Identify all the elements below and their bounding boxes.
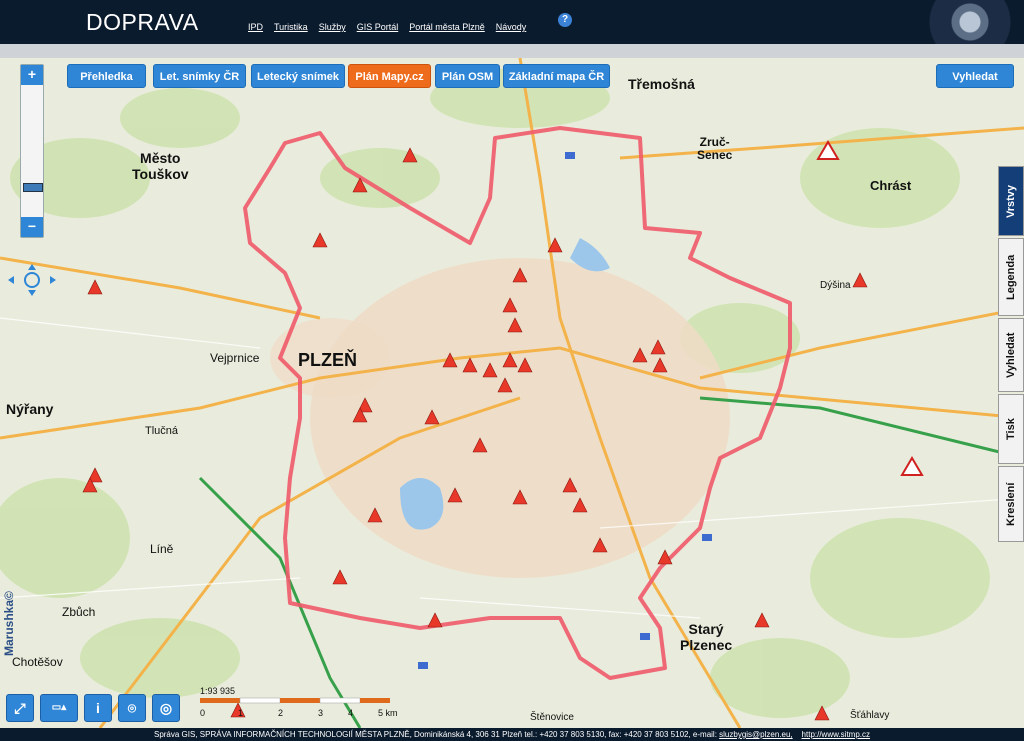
place-label-mesto-touskov: Město Touškov [132, 150, 189, 182]
scale-tick: 0 [200, 708, 206, 718]
tab-kresleni[interactable]: Kreslení [998, 466, 1024, 542]
footer: Správa GIS, SPRÁVA INFORMAČNÍCH TECHNOLO… [0, 728, 1024, 741]
header-bar: DOPRAVA IPD Turistika Služby GIS Portál … [0, 0, 1024, 44]
place-label-line: Líně [150, 542, 174, 556]
pan-arrows-icon[interactable] [4, 262, 60, 298]
scale-bar-graphic [200, 697, 390, 704]
scale-tick: 4 [348, 708, 354, 718]
location-pin-icon[interactable]: ⌾ [118, 694, 146, 722]
footer-url-link[interactable]: http://www.sitmp.cz [802, 730, 870, 739]
header-subbar [0, 44, 1024, 58]
vyhledat-button[interactable]: Vyhledat [936, 64, 1014, 88]
scale-tick: 3 [318, 708, 324, 718]
zakladni-mapa-button[interactable]: Základní mapa ČR [503, 64, 610, 88]
scale-tick: 2 [278, 708, 284, 718]
nav-link-turistika[interactable]: Turistika [274, 22, 308, 32]
plan-osm-button[interactable]: Plán OSM [435, 64, 500, 88]
map-toolbar: ⤢ ▭▴ i ⌾ ◎ [6, 694, 180, 722]
map-canvas[interactable]: PLZEŇ Město Touškov Nýřany Starý Plzenec… [0, 58, 1024, 728]
place-label-tremosna: Třemošná [628, 76, 695, 92]
place-label-zbuch: Zbůch [62, 605, 96, 619]
nav-link-portal-mesta[interactable]: Portál města Plzně [409, 22, 485, 32]
zoom-thumb[interactable] [23, 183, 43, 192]
scale-ratio: 1:93 935 [200, 686, 236, 696]
place-label-plzen: PLZEŇ [298, 350, 358, 370]
compass-logo-icon [860, 0, 1024, 44]
tab-legenda[interactable]: Legenda [998, 238, 1024, 316]
nav-link-gis-portal[interactable]: GIS Portál [357, 22, 399, 32]
nav-link-ipd[interactable]: IPD [248, 22, 263, 32]
scale-tick: 5 km [378, 708, 398, 718]
place-label-nyrany: Nýřany [6, 401, 54, 417]
zoom-out-button[interactable]: − [21, 217, 43, 237]
watermark: Marushka© [2, 591, 16, 656]
zoom-slider[interactable]: + − [20, 64, 44, 238]
app-title: DOPRAVA [86, 9, 199, 35]
footer-email-link[interactable]: sluzbygis@plzen.eu, [719, 730, 793, 739]
place-label-vejprnice: Vejprnice [210, 351, 260, 365]
place-label-stary-plzenec: Starý Plzenec [680, 621, 733, 653]
place-label-chrast: Chrást [870, 178, 912, 193]
fullscreen-icon[interactable]: ⤢ [6, 694, 34, 722]
let-snimky-button[interactable]: Let. snímky ČR [153, 64, 246, 88]
prehledka-button[interactable]: Přehledka [67, 64, 146, 88]
tab-vyhledat[interactable]: Vyhledat [998, 318, 1024, 392]
place-label-tlucna: Tlučná [145, 425, 179, 437]
zoom-in-button[interactable]: + [21, 65, 43, 85]
info-icon[interactable]: i [84, 694, 112, 722]
place-label-stenovice: Štěnovice [530, 712, 574, 723]
place-label-chotesov: Chotěšov [12, 655, 63, 669]
scale-tick: 1 [238, 708, 244, 718]
tab-tisk[interactable]: Tisk [998, 394, 1024, 464]
letecky-snimek-button[interactable]: Letecký snímek [251, 64, 345, 88]
gps-locate-icon[interactable]: ◎ [152, 694, 180, 722]
footer-text: Správa GIS, SPRÁVA INFORMAČNÍCH TECHNOLO… [153, 730, 717, 739]
measure-icon[interactable]: ▭▴ [40, 694, 78, 722]
place-label-dysina: Dýšina [820, 280, 851, 291]
tab-vrstvy[interactable]: Vrstvy [998, 166, 1024, 236]
scale-bar: 1:93 935 0 1 2 3 4 5 km [200, 686, 400, 718]
place-label-zruc-senec: Zruč- Senec [697, 135, 733, 162]
nav-link-sluzby[interactable]: Služby [319, 22, 346, 32]
nav-link-navody[interactable]: Návody [496, 22, 527, 32]
top-nav: IPD Turistika Služby GIS Portál Portál m… [248, 22, 526, 32]
help-icon[interactable]: ? [558, 13, 572, 27]
pan-control[interactable] [4, 262, 60, 298]
place-label-stahlavy: Šťáhlavy [850, 710, 890, 721]
plan-mapy-button[interactable]: Plán Mapy.cz [348, 64, 431, 88]
